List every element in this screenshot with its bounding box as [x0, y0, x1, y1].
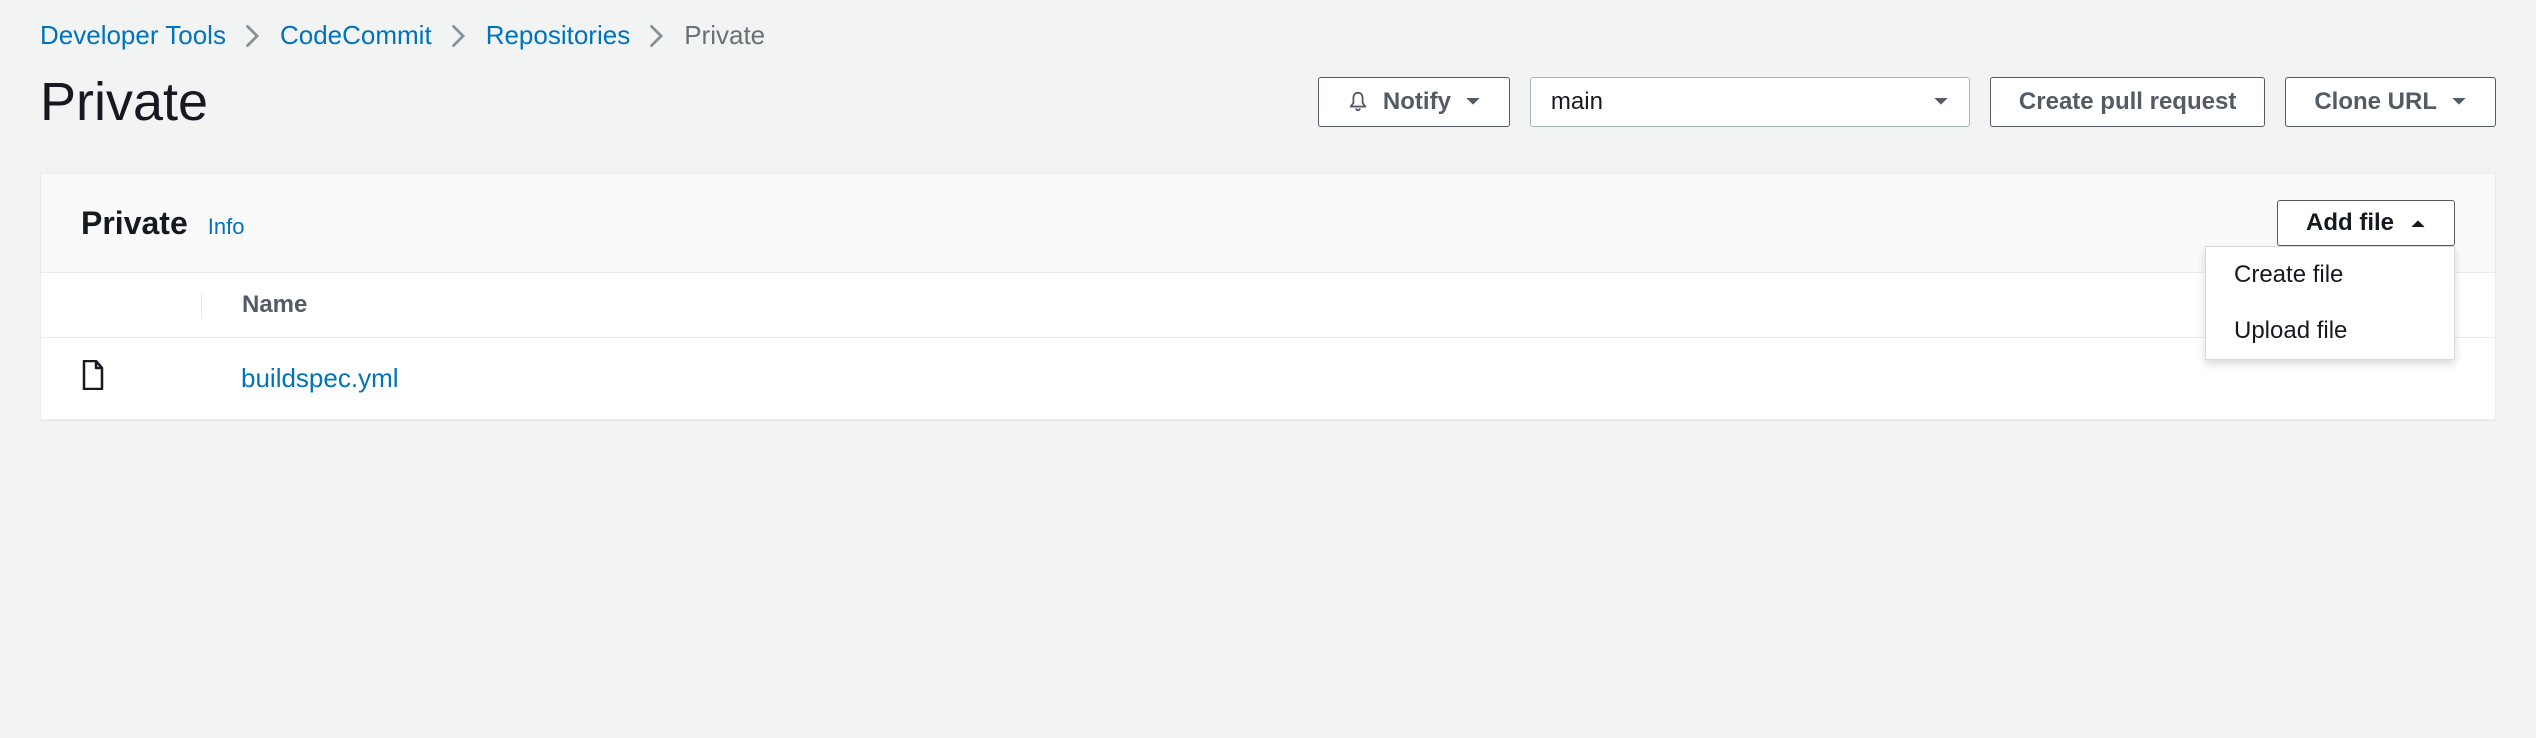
caret-down-icon: [1933, 96, 1949, 108]
repo-panel: Private Info Add file Create file Upload…: [40, 173, 2496, 420]
create-pull-request-button[interactable]: Create pull request: [1990, 77, 2265, 127]
breadcrumb: Developer Tools CodeCommit Repositories …: [40, 20, 2496, 51]
add-file-button[interactable]: Add file: [2277, 200, 2455, 246]
clone-url-button[interactable]: Clone URL: [2285, 77, 2496, 127]
caret-down-icon: [2451, 96, 2467, 108]
panel-title: Private: [81, 205, 188, 242]
bell-icon: [1347, 91, 1369, 113]
table-header: Name: [41, 273, 2495, 338]
info-link[interactable]: Info: [208, 214, 245, 240]
chevron-right-icon: [650, 25, 664, 47]
branch-select[interactable]: main: [1530, 77, 1970, 127]
chevron-right-icon: [452, 25, 466, 47]
notify-button[interactable]: Notify: [1318, 77, 1510, 127]
breadcrumb-link-codecommit[interactable]: CodeCommit: [280, 20, 432, 51]
branch-name: main: [1551, 88, 1603, 116]
file-link[interactable]: buildspec.yml: [241, 363, 399, 393]
dropdown-item-upload-file[interactable]: Upload file: [2206, 303, 2454, 359]
add-file-dropdown: Create file Upload file: [2205, 246, 2455, 360]
file-icon: [81, 360, 105, 390]
file-icon-cell: [81, 360, 201, 397]
notify-label: Notify: [1383, 88, 1451, 116]
add-file-label: Add file: [2306, 209, 2394, 237]
dropdown-item-create-file[interactable]: Create file: [2206, 247, 2454, 303]
col-name-header: Name: [201, 291, 2455, 319]
caret-down-icon: [1465, 96, 1481, 108]
breadcrumb-link-devtools[interactable]: Developer Tools: [40, 20, 226, 51]
panel-header: Private Info Add file Create file Upload…: [41, 174, 2495, 273]
table-row: buildspec.yml: [41, 338, 2495, 419]
create-pr-label: Create pull request: [2019, 88, 2236, 116]
breadcrumb-link-repositories[interactable]: Repositories: [486, 20, 631, 51]
header-actions: Notify main Create pull request Clone UR…: [1318, 77, 2496, 127]
page-header: Private Notify main Create pull request …: [40, 71, 2496, 133]
page-title: Private: [40, 71, 208, 133]
caret-up-icon: [2410, 217, 2426, 229]
chevron-right-icon: [246, 25, 260, 47]
breadcrumb-current: Private: [684, 20, 765, 51]
add-file-wrap: Add file Create file Upload file: [2277, 200, 2455, 246]
clone-url-label: Clone URL: [2314, 88, 2437, 116]
panel-title-group: Private Info: [81, 205, 244, 242]
